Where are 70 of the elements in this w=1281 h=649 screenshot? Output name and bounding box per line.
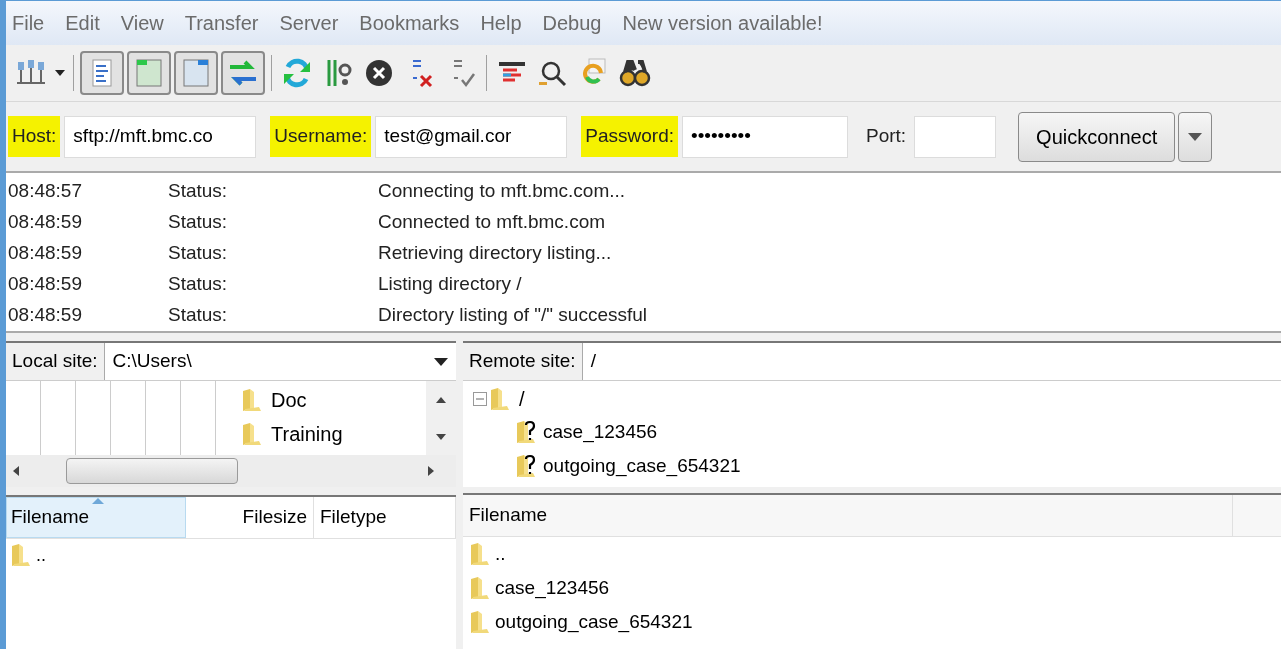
menu-item[interactable]: New version available! [622, 8, 823, 38]
field-label: Username: [270, 116, 372, 157]
column-header[interactable]: Filetype [314, 497, 456, 538]
log-message: Connecting to mft.bmc.com... [378, 179, 626, 204]
input-field[interactable] [914, 115, 997, 158]
folder-icon [241, 422, 263, 446]
log-type: Status: [168, 241, 229, 266]
dropdown-button[interactable] [1178, 111, 1213, 162]
log-message: Directory listing of "/" successful [378, 303, 647, 328]
input-field[interactable]: ••••••••• [682, 115, 848, 158]
scroll-up-icon [436, 396, 446, 403]
file-name[interactable]: case_123456 [495, 573, 610, 603]
folder-icon [489, 387, 511, 411]
menu-item[interactable]: Transfer [184, 8, 259, 38]
path-dropdown[interactable]: C:\Users\ [104, 343, 456, 380]
folder-icon [469, 576, 491, 600]
field-label: Port: [865, 124, 908, 149]
folder-icon [241, 388, 263, 412]
tree-item[interactable]: outgoing_case_654321 [543, 451, 741, 481]
log-time: 08:48:59 [7, 303, 83, 328]
quickconnect-button[interactable]: Quickconnect [1018, 111, 1176, 162]
tree-item[interactable]: / [519, 384, 525, 414]
file-name[interactable]: .. [495, 539, 506, 569]
log-message: Connected to mft.bmc.com [378, 210, 606, 235]
menu-item[interactable]: View [120, 8, 164, 38]
column-header[interactable]: Filename [6, 497, 186, 538]
unknown-folder-icon [515, 420, 537, 444]
log-message: Retrieving directory listing... [378, 241, 612, 266]
sort-arrow-icon [92, 498, 104, 504]
caret-icon [1188, 132, 1203, 141]
field-label: Host: [8, 116, 61, 157]
path-field[interactable]: / [582, 343, 1281, 380]
local-site-label: Local site: [6, 343, 105, 380]
log-type: Status: [168, 210, 229, 235]
log-time: 08:48:57 [7, 179, 83, 204]
column-header[interactable]: Filesize [186, 497, 314, 538]
folder-icon [469, 542, 491, 566]
file-name[interactable]: .. [36, 541, 46, 569]
folder-icon [469, 610, 491, 634]
log-time: 08:48:59 [7, 272, 83, 297]
scrollbar-thumb[interactable] [66, 458, 238, 484]
log-type: Status: [168, 272, 229, 297]
log-type: Status: [168, 303, 229, 328]
caret-icon [434, 357, 448, 366]
menu-item[interactable]: Help [480, 8, 522, 38]
menu-item[interactable]: Debug [542, 8, 602, 38]
unknown-folder-icon [515, 454, 537, 478]
menu-item[interactable]: File [12, 8, 45, 38]
menu-item[interactable]: Server [279, 8, 339, 38]
tree-item[interactable]: case_123456 [543, 417, 658, 447]
field-label: Password: [581, 116, 678, 157]
scroll-left-icon [13, 466, 19, 476]
tree-item[interactable]: Training [271, 419, 343, 449]
caret-icon [55, 70, 65, 76]
scroll-right-icon [428, 466, 434, 476]
log-time: 08:48:59 [7, 210, 83, 235]
scroll-down-icon [436, 433, 446, 440]
collapse-icon[interactable] [473, 392, 487, 406]
log-time: 08:48:59 [7, 241, 83, 266]
remote-site-label: Remote site: [463, 343, 583, 380]
menu-item[interactable]: Bookmarks [359, 8, 460, 38]
folder-icon [10, 543, 32, 567]
input-field[interactable]: sftp://mft.bmc.co [64, 115, 257, 158]
log-message: Listing directory / [378, 272, 522, 297]
file-name[interactable]: outgoing_case_654321 [495, 607, 693, 637]
menu-item[interactable]: Edit [65, 8, 100, 38]
tree-item[interactable]: Doc [271, 385, 307, 415]
pane-splitter[interactable] [463, 487, 1281, 495]
log-type: Status: [168, 179, 229, 204]
input-field[interactable]: test@gmail.cor [375, 115, 568, 158]
